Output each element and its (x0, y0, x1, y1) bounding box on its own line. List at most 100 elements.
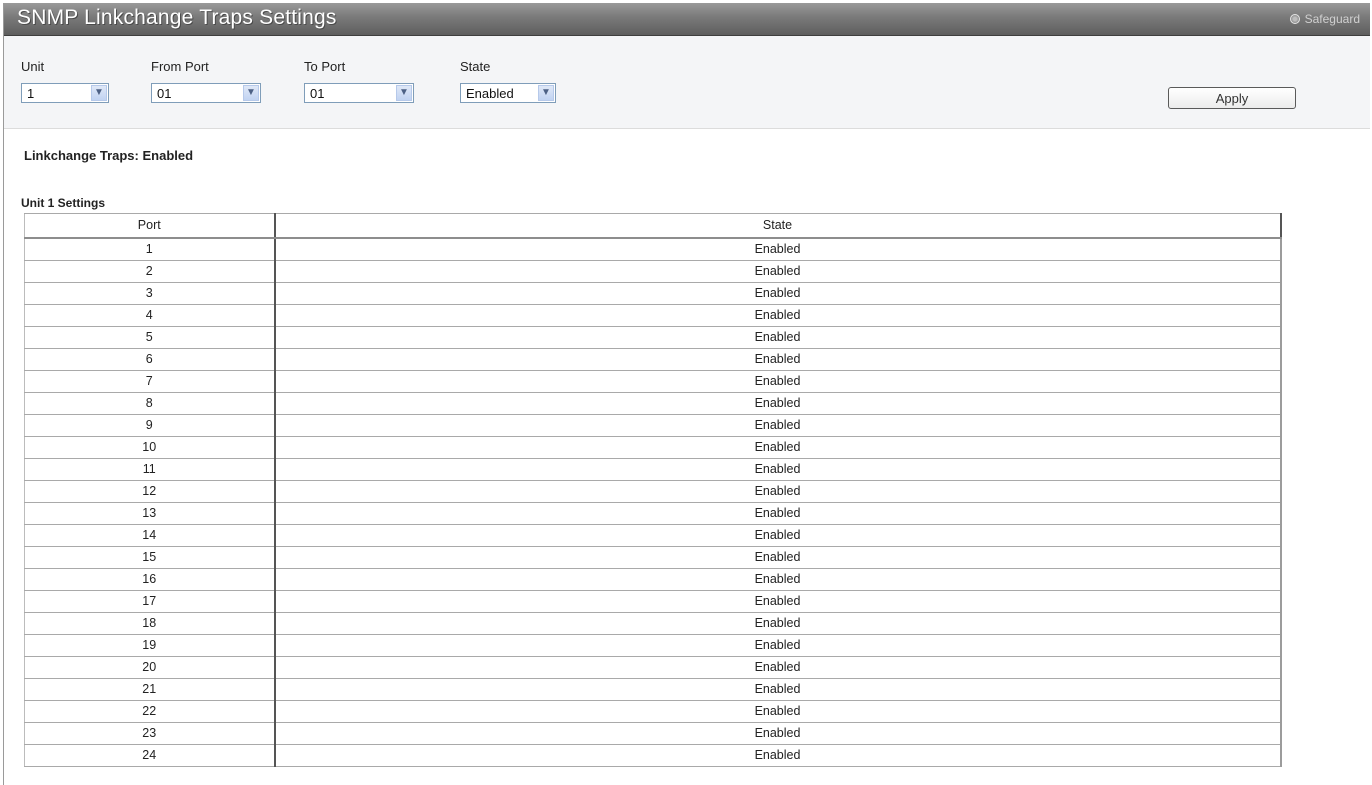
column-header-state: State (274, 213, 1282, 239)
to-port-label: To Port (304, 59, 346, 74)
port-cell: 24 (24, 744, 276, 767)
port-cell: 22 (24, 700, 276, 723)
state-label: State (460, 59, 491, 74)
port-cell: 3 (24, 282, 276, 305)
state-cell: Enabled (274, 282, 1282, 305)
from-port-select-value: 01 (157, 86, 172, 101)
port-cell: 11 (24, 458, 276, 481)
port-cell: 13 (24, 502, 276, 525)
port-cell: 20 (24, 656, 276, 679)
state-cell: Enabled (274, 414, 1282, 437)
table-row: 16 Enabled (24, 568, 1282, 591)
state-cell: Enabled (274, 656, 1282, 679)
from-port-label: From Port (151, 59, 209, 74)
port-cell: 6 (24, 348, 276, 371)
table-row: 18 Enabled (24, 612, 1282, 635)
settings-form: Unit 1 ▼ From Port 01 ▼ To Port 01 ▼ Sta… (4, 36, 1370, 129)
table-row: 10 Enabled (24, 436, 1282, 459)
chevron-down-icon[interactable]: ▼ (538, 85, 554, 101)
linkchange-traps-status: Linkchange Traps: Enabled (24, 148, 194, 163)
to-port-select[interactable]: 01 ▼ (304, 83, 414, 103)
port-cell: 4 (24, 304, 276, 327)
chevron-down-icon[interactable]: ▼ (243, 85, 259, 101)
state-cell: Enabled (274, 744, 1282, 767)
table-row: 9 Enabled (24, 414, 1282, 437)
table-row: 4 Enabled (24, 304, 1282, 327)
port-cell: 19 (24, 634, 276, 657)
state-cell: Enabled (274, 260, 1282, 283)
port-cell: 18 (24, 612, 276, 635)
unit-settings-title: Unit 1 Settings (21, 196, 106, 210)
state-cell: Enabled (274, 634, 1282, 657)
table-header-row: Port State (24, 213, 1282, 239)
port-cell: 9 (24, 414, 276, 437)
from-port-select[interactable]: 01 ▼ (151, 83, 261, 103)
table-row: 14 Enabled (24, 524, 1282, 547)
state-cell: Enabled (274, 546, 1282, 569)
state-cell: Enabled (274, 524, 1282, 547)
table-row: 8 Enabled (24, 392, 1282, 415)
table-row: 7 Enabled (24, 370, 1282, 393)
state-cell: Enabled (274, 238, 1282, 261)
port-cell: 17 (24, 590, 276, 613)
chevron-down-icon[interactable]: ▼ (91, 85, 107, 101)
state-cell: Enabled (274, 326, 1282, 349)
table-row: 3 Enabled (24, 282, 1282, 305)
state-cell: Enabled (274, 348, 1282, 371)
port-cell: 14 (24, 524, 276, 547)
state-cell: Enabled (274, 722, 1282, 745)
table-row: 2 Enabled (24, 260, 1282, 283)
state-cell: Enabled (274, 458, 1282, 481)
state-cell: Enabled (274, 436, 1282, 459)
column-header-port: Port (24, 213, 276, 239)
state-select-value: Enabled (466, 86, 514, 101)
unit-select[interactable]: 1 ▼ (21, 83, 109, 103)
state-cell: Enabled (274, 480, 1282, 503)
table-row: 17 Enabled (24, 590, 1282, 613)
state-cell: Enabled (274, 304, 1282, 327)
safeguard-status-icon (1289, 14, 1300, 24)
page-title: SNMP Linkchange Traps Settings (17, 6, 337, 29)
state-cell: Enabled (274, 612, 1282, 635)
table-row: 15 Enabled (24, 546, 1282, 569)
apply-button[interactable]: Apply (1168, 87, 1296, 109)
table-row: 13 Enabled (24, 502, 1282, 525)
to-port-select-value: 01 (310, 86, 325, 101)
state-cell: Enabled (274, 392, 1282, 415)
table-row: 6 Enabled (24, 348, 1282, 371)
port-cell: 16 (24, 568, 276, 591)
state-cell: Enabled (274, 568, 1282, 591)
port-cell: 2 (24, 260, 276, 283)
state-cell: Enabled (274, 700, 1282, 723)
port-cell: 7 (24, 370, 276, 393)
table-row: 19 Enabled (24, 634, 1282, 657)
state-cell: Enabled (274, 678, 1282, 701)
state-cell: Enabled (274, 590, 1282, 613)
port-cell: 21 (24, 678, 276, 701)
port-cell: 8 (24, 392, 276, 415)
state-select[interactable]: Enabled ▼ (460, 83, 556, 103)
table-row: 22 Enabled (24, 700, 1282, 723)
state-cell: Enabled (274, 370, 1282, 393)
table-row: 11 Enabled (24, 458, 1282, 481)
title-bar: SNMP Linkchange Traps Settings Safeguard (4, 3, 1370, 36)
port-cell: 15 (24, 546, 276, 569)
port-state-table: Port State 1 Enabled 2 Enabled 3 Enabled 4 Enab… (24, 213, 1282, 767)
port-cell: 10 (24, 436, 276, 459)
port-cell: 5 (24, 326, 276, 349)
table-row: 12 Enabled (24, 480, 1282, 503)
chevron-down-icon[interactable]: ▼ (396, 85, 412, 101)
page-frame: SNMP Linkchange Traps Settings Safeguard… (3, 3, 1370, 785)
port-cell: 12 (24, 480, 276, 503)
safeguard-label: Safeguard (1304, 12, 1360, 26)
state-cell: Enabled (274, 502, 1282, 525)
table-row: 23 Enabled (24, 722, 1282, 745)
port-cell: 23 (24, 722, 276, 745)
safeguard-indicator: Safeguard (1289, 12, 1360, 26)
table-row: 5 Enabled (24, 326, 1282, 349)
port-cell: 1 (24, 238, 276, 261)
unit-select-value: 1 (27, 86, 35, 101)
table-row: 21 Enabled (24, 678, 1282, 701)
table-row: 24 Enabled (24, 744, 1282, 767)
table-row: 1 Enabled (24, 238, 1282, 261)
